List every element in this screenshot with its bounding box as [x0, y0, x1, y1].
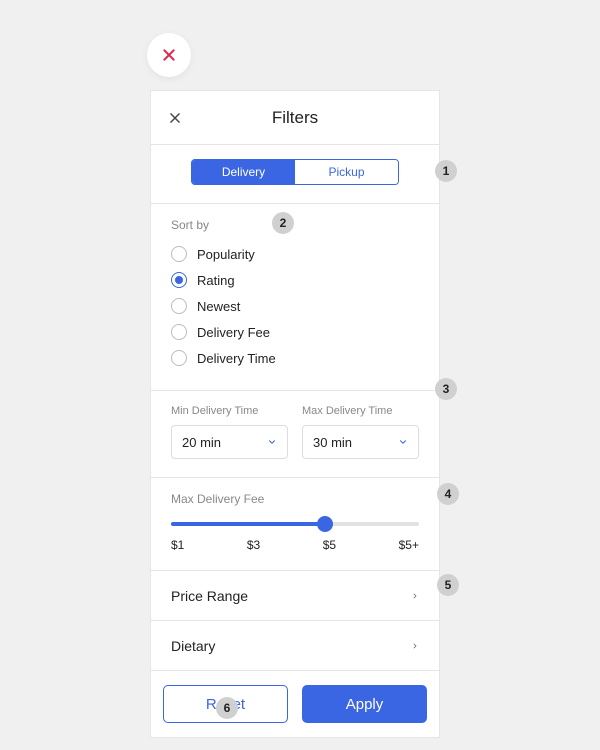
slider-tick: $1: [171, 538, 184, 552]
sort-option-popularity[interactable]: Popularity: [171, 242, 419, 266]
slider-thumb[interactable]: [317, 516, 333, 532]
sort-option-rating[interactable]: Rating: [171, 268, 419, 292]
price-range-row[interactable]: Price Range: [151, 571, 439, 621]
radio-icon: [171, 324, 187, 340]
radio-icon: [171, 246, 187, 262]
max-delivery-time-select[interactable]: 30 min: [302, 425, 419, 459]
sort-option-label: Delivery Fee: [197, 325, 270, 340]
footer: Reset Apply: [151, 671, 439, 737]
slider-fill: [171, 522, 325, 526]
max-delivery-time-label: Max Delivery Time: [302, 405, 419, 417]
select-value: 30 min: [313, 435, 352, 450]
fab-close-button[interactable]: [147, 33, 191, 77]
sort-section: Sort by Popularity Rating Newest Deliver…: [151, 204, 439, 391]
apply-button[interactable]: Apply: [302, 685, 427, 723]
delivery-time-section: Min Delivery Time 20 min Max Delivery Ti…: [151, 391, 439, 478]
chevron-right-icon: [411, 590, 419, 602]
max-fee-label: Max Delivery Fee: [171, 492, 419, 506]
annotation-marker: 6: [216, 697, 238, 719]
sort-option-label: Newest: [197, 299, 240, 314]
header: Filters: [151, 91, 439, 145]
annotation-marker: 1: [435, 160, 457, 182]
chevron-right-icon: [411, 640, 419, 652]
sort-option-label: Popularity: [197, 247, 255, 262]
filters-panel: Filters Delivery Pickup Sort by Populari…: [150, 90, 440, 738]
dietary-row[interactable]: Dietary: [151, 621, 439, 671]
chevron-down-icon: [267, 437, 277, 447]
annotation-marker: 5: [437, 574, 459, 596]
annotation-marker: 3: [435, 378, 457, 400]
sort-option-delivery-time[interactable]: Delivery Time: [171, 346, 419, 370]
segment-pickup[interactable]: Pickup: [295, 160, 398, 184]
segment-delivery[interactable]: Delivery: [192, 160, 295, 184]
min-delivery-time-column: Min Delivery Time 20 min: [171, 405, 288, 459]
close-icon: [168, 111, 182, 125]
sort-option-newest[interactable]: Newest: [171, 294, 419, 318]
min-delivery-time-select[interactable]: 20 min: [171, 425, 288, 459]
chevron-down-icon: [398, 437, 408, 447]
close-icon: [161, 47, 177, 63]
max-delivery-time-column: Max Delivery Time 30 min: [302, 405, 419, 459]
min-delivery-time-label: Min Delivery Time: [171, 405, 288, 417]
max-fee-section: Max Delivery Fee $1 $3 $5 $5+: [151, 478, 439, 571]
slider-tick: $5+: [399, 538, 419, 552]
slider-tick: $5: [323, 538, 336, 552]
nav-row-label: Price Range: [171, 588, 248, 604]
slider-ticks: $1 $3 $5 $5+: [171, 538, 419, 552]
nav-row-label: Dietary: [171, 638, 215, 654]
sort-label: Sort by: [171, 218, 419, 232]
segmented-control-section: Delivery Pickup: [151, 145, 439, 204]
header-close-button[interactable]: [165, 108, 185, 128]
segmented-control: Delivery Pickup: [191, 159, 399, 185]
sort-option-label: Delivery Time: [197, 351, 276, 366]
radio-icon: [171, 298, 187, 314]
radio-icon: [171, 350, 187, 366]
header-title: Filters: [151, 108, 439, 128]
annotation-marker: 4: [437, 483, 459, 505]
annotation-marker: 2: [272, 212, 294, 234]
sort-option-delivery-fee[interactable]: Delivery Fee: [171, 320, 419, 344]
slider-tick: $3: [247, 538, 260, 552]
sort-option-label: Rating: [197, 273, 235, 288]
fee-slider[interactable]: [171, 522, 419, 526]
radio-icon: [171, 272, 187, 288]
select-value: 20 min: [182, 435, 221, 450]
